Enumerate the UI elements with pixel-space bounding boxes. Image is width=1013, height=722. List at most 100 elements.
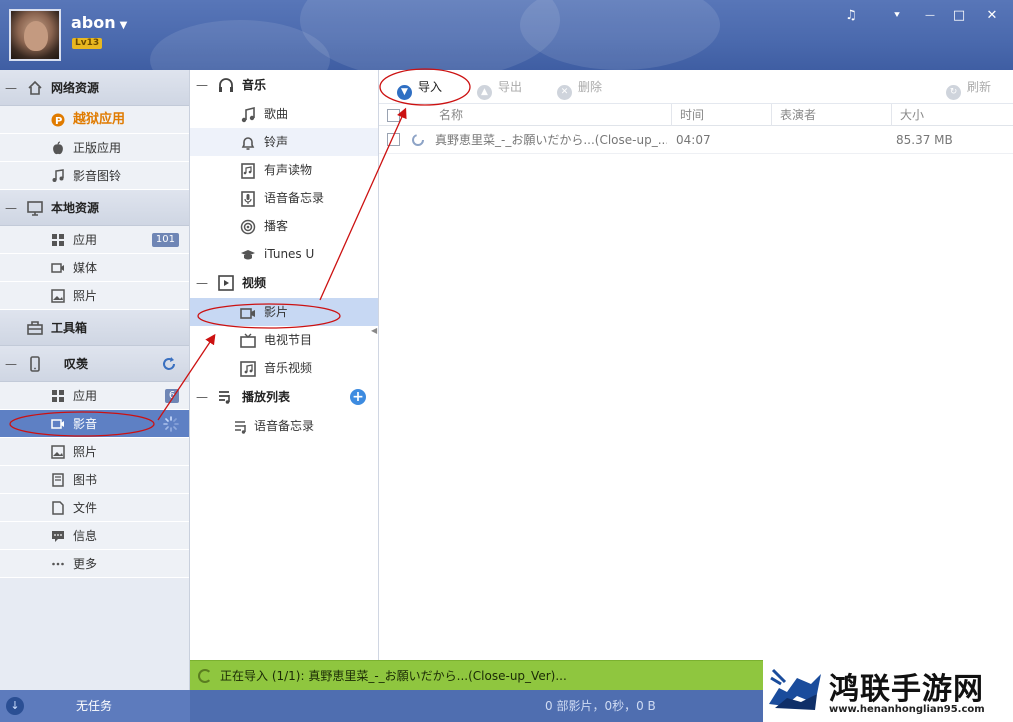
collapse-icon[interactable]: — (5, 346, 17, 382)
loading-spinner-icon (163, 416, 179, 432)
music-item-ringtones[interactable]: 铃声 (190, 128, 378, 156)
message-icon (52, 531, 64, 542)
toolbox-icon (27, 321, 43, 335)
row-checkbox[interactable] (387, 133, 400, 146)
phone-icon (30, 356, 40, 372)
sidebar-item-jailbreak-apps[interactable]: P 越狱应用 (0, 106, 189, 134)
collapse-icon[interactable]: — (196, 268, 208, 298)
column-artist[interactable]: 表演者 (771, 104, 891, 126)
playlist-icon (219, 391, 230, 404)
music-icon[interactable]: ♫ (839, 6, 863, 26)
export-button[interactable]: ▲ 导出 (477, 78, 522, 100)
column-size[interactable]: 大小 (891, 104, 991, 126)
video-item-tv-shows[interactable]: 电视节目 (190, 326, 378, 354)
sidebar-item-label: 正版应用 (73, 141, 122, 155)
sidebar-item-label: 照片 (73, 289, 98, 303)
export-icon: ▲ (477, 85, 492, 100)
watermark: 鸿联手游网 www.henanhonglian95.com (763, 660, 1013, 722)
collapse-icon[interactable]: — (196, 382, 208, 412)
sidebar-item-official-apps[interactable]: 正版应用 (0, 134, 189, 162)
grid-icon (52, 390, 64, 402)
sidebar-item-label: 越狱应用 (73, 112, 126, 127)
monitor-icon (27, 201, 43, 216)
music-item-audiobooks[interactable]: 有声读物 (190, 156, 378, 184)
sidebar-section-online[interactable]: — 网络资源 (0, 70, 189, 106)
apple-icon (53, 141, 63, 155)
playlist-item-label: 语音备忘录 (254, 419, 315, 433)
username[interactable]: abon ▼ (71, 13, 127, 32)
collapse-panel-handle[interactable]: ◀ (371, 326, 379, 340)
task-area[interactable]: ↓ 无任务 (0, 690, 190, 722)
graduation-cap-icon (241, 250, 255, 260)
column-name[interactable]: 名称 (431, 104, 671, 126)
avatar[interactable] (9, 9, 61, 61)
menu-icon[interactable]: ⯆ (885, 6, 909, 26)
playlist-item-voice-memos[interactable]: 语音备忘录 (190, 412, 378, 440)
refresh-icon[interactable] (161, 356, 177, 372)
sidebar-item-local-photos[interactable]: 照片 (0, 282, 189, 310)
import-icon: ▼ (397, 85, 412, 100)
title-bar: abon ▼ Lv13 ♫ ⯆ — □ ✕ (0, 0, 1013, 70)
sidebar-item-device-books[interactable]: 图书 (0, 466, 189, 494)
music-item-label: 铃声 (264, 135, 289, 149)
voice-memo-icon (241, 191, 255, 207)
cell-size: 85.37 MB (896, 133, 953, 147)
video-item-label: 影片 (264, 305, 289, 319)
minimize-button[interactable]: — (918, 6, 942, 26)
music-item-label: 语音备忘录 (264, 191, 325, 205)
p-store-icon: P (51, 113, 65, 127)
video-camera-icon (240, 308, 255, 319)
video-camera-icon (51, 263, 64, 273)
more-icon (52, 562, 64, 566)
sidebar-item-label: 照片 (73, 445, 98, 459)
collapse-icon[interactable]: — (196, 70, 208, 100)
import-progress-bar: 正在导入 (1/1): 真野恵里菜_-_お願いだから...(Close-up_V… (190, 660, 763, 690)
music-item-itunes-u[interactable]: iTunes U (190, 240, 378, 268)
grid-icon (52, 234, 64, 246)
column-time[interactable]: 时间 (671, 104, 771, 126)
add-playlist-button[interactable]: + (350, 389, 366, 405)
sidebar-item-device-more[interactable]: 更多 (0, 550, 189, 578)
playlist-icon (235, 421, 246, 434)
audiobook-icon (241, 163, 255, 179)
sidebar-item-media-ringtones[interactable]: 影音图铃 (0, 162, 189, 190)
close-button[interactable]: ✕ (980, 6, 1004, 26)
sidebar-item-device-apps[interactable]: 应用 6 (0, 382, 189, 410)
sidebar-item-label: 应用 (73, 389, 98, 403)
video-item-movies[interactable]: 影片 (190, 298, 378, 326)
sidebar-item-device-media[interactable]: 影音 (0, 410, 189, 438)
tv-icon (240, 333, 256, 348)
music-item-songs[interactable]: 歌曲 (190, 100, 378, 128)
category-playlists[interactable]: — 播放列表 + (190, 382, 378, 412)
video-item-label: 电视节目 (264, 333, 313, 347)
music-item-label: 播客 (264, 219, 289, 233)
collapse-icon[interactable]: — (5, 70, 17, 106)
delete-button[interactable]: ✕ 删除 (557, 78, 602, 100)
sidebar-item-label: 应用 (73, 233, 98, 247)
maximize-button[interactable]: □ (947, 6, 971, 26)
sidebar-item-local-apps[interactable]: 应用 101 (0, 226, 189, 254)
refresh-button[interactable]: ↻ 刷新 (946, 78, 991, 100)
sidebar-item-device-files[interactable]: 文件 (0, 494, 189, 522)
section-title: 网络资源 (51, 81, 100, 95)
sidebar-item-label: 更多 (73, 557, 98, 571)
category-music[interactable]: — 音乐 (190, 70, 378, 100)
count-badge: 6 (165, 389, 179, 403)
sidebar-section-toolbox[interactable]: 工具箱 (0, 310, 189, 346)
collapse-icon[interactable]: — (5, 190, 17, 226)
category-video[interactable]: — 视频 (190, 268, 378, 298)
sidebar-item-local-media[interactable]: 媒体 (0, 254, 189, 282)
podcast-icon (240, 219, 256, 235)
main-content: ▼ 导入 ▲ 导出 ✕ 删除 ↻ 刷新 名称 时间 表演者 大小 真野恵里菜_-_お願い… (379, 70, 1013, 660)
video-item-music-videos[interactable]: 音乐视频 (190, 354, 378, 382)
sidebar-item-label: 信息 (73, 529, 98, 543)
sidebar-item-device-messages[interactable]: 信息 (0, 522, 189, 550)
sidebar-section-local[interactable]: — 本地资源 (0, 190, 189, 226)
music-item-podcasts[interactable]: 播客 (190, 212, 378, 240)
sidebar-section-device[interactable]: — 叹羡 (0, 346, 189, 382)
table-row[interactable]: 真野恵里菜_-_お願いだから...(Close-up_... 04:07 85.… (379, 126, 1013, 154)
import-button[interactable]: ▼ 导入 (397, 78, 442, 100)
sidebar-item-device-photos[interactable]: 照片 (0, 438, 189, 466)
select-all-checkbox[interactable] (387, 109, 400, 122)
music-item-voice-memos[interactable]: 语音备忘录 (190, 184, 378, 212)
